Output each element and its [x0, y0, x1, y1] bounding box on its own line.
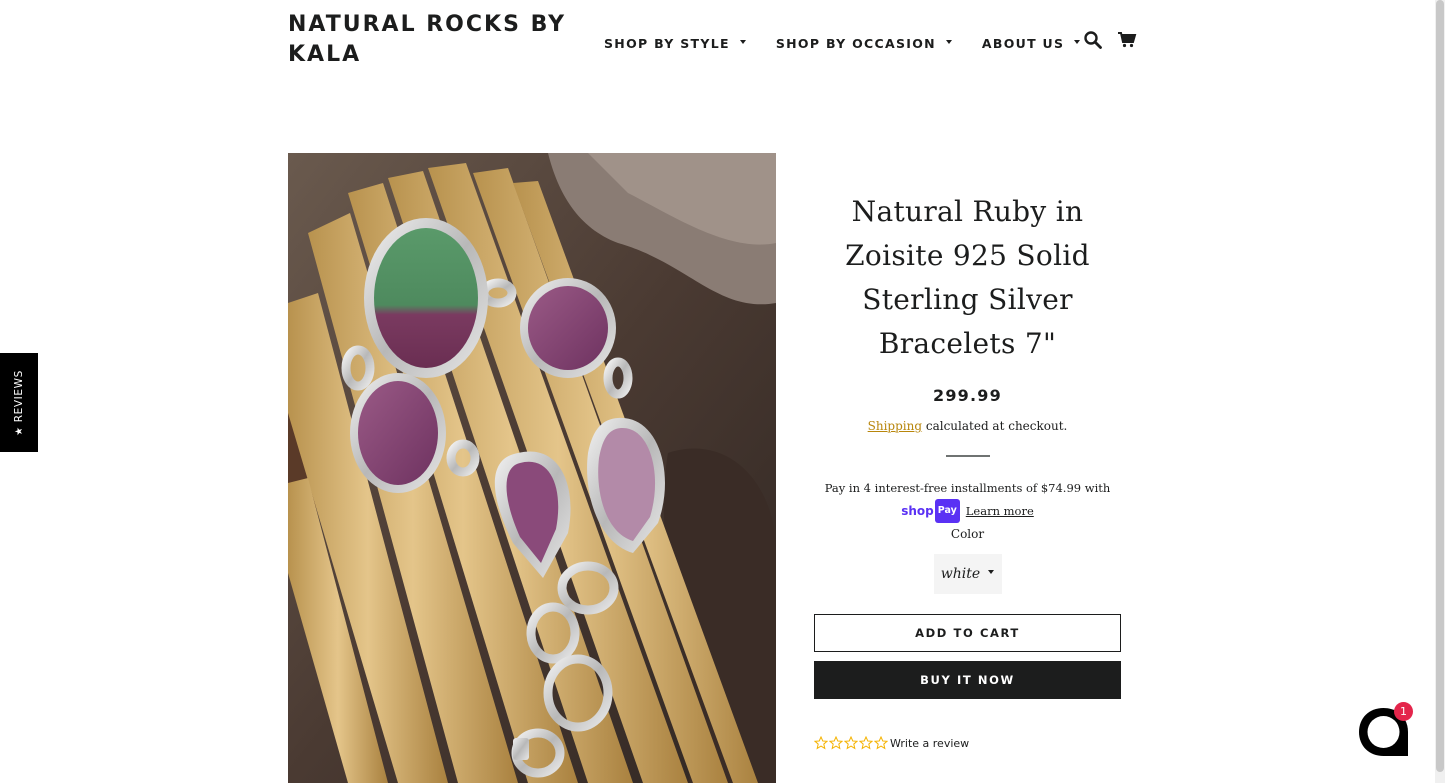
add-to-cart-button[interactable]: ADD TO CART: [814, 614, 1121, 652]
search-icon[interactable]: [1083, 30, 1105, 52]
chat-unread-badge: 1: [1394, 702, 1413, 721]
chevron-down-icon: [945, 40, 952, 44]
cart-icon[interactable]: [1117, 30, 1139, 52]
reviews-side-tab[interactable]: ★ REVIEWS: [0, 353, 38, 452]
color-label: Color: [950, 527, 985, 541]
nav-label: SHOP BY STYLE: [604, 35, 730, 51]
reviews-tab-content: ★ REVIEWS: [13, 370, 25, 436]
product-photo[interactable]: [288, 153, 776, 783]
shoppay-pay: Pay: [934, 499, 960, 523]
page-scrollbar[interactable]: [1435, 0, 1445, 783]
chevron-down-icon: [1074, 40, 1081, 44]
main-nav: SHOP BY STYLE SHOP BY OCCASION ABOUT US: [604, 34, 1110, 52]
color-select-value: white: [940, 566, 981, 582]
star-outline-icon: [844, 736, 858, 750]
scrollbar-thumb[interactable]: [1436, 0, 1444, 772]
chevron-down-icon: [739, 40, 746, 44]
installments-text: Pay in 4 interest-free installments of $…: [824, 481, 1111, 495]
write-review-link[interactable]: Write a review: [890, 737, 969, 750]
nav-about-us[interactable]: ABOUT US: [981, 35, 1081, 51]
buy-it-now-button[interactable]: BUY IT NOW: [814, 661, 1121, 699]
reviews-tab-label: REVIEWS: [13, 369, 26, 422]
star-outline-icon: [829, 736, 843, 750]
star-outline-icon: [859, 736, 873, 750]
shoppay-row: shop Pay Learn more: [814, 499, 1121, 523]
learn-more-link[interactable]: Learn more: [966, 500, 1034, 522]
product-price: 299.99: [933, 386, 1002, 405]
nav-shop-by-occasion[interactable]: SHOP BY OCCASION: [776, 36, 952, 51]
chevron-down-icon: [988, 570, 995, 574]
product-info: Natural Ruby in Zoisite 925 Solid Sterli…: [814, 190, 1121, 699]
nav-shop-by-style[interactable]: SHOP BY STYLE: [604, 36, 746, 51]
shipping-note-text: calculated at checkout.: [922, 419, 1068, 433]
rating-stars[interactable]: [814, 736, 889, 750]
star-outline-icon: [874, 736, 888, 750]
shoppay-logo: shop Pay: [901, 499, 960, 523]
installments-block: Pay in 4 interest-free installments of $…: [814, 477, 1121, 545]
review-widget: Write a review: [814, 734, 969, 752]
store-logo[interactable]: NATURAL ROCKS BY KALA: [288, 10, 578, 70]
divider: [945, 455, 990, 457]
shoppay-brand: shop: [901, 504, 934, 518]
star-icon: ★: [13, 425, 25, 436]
site-header: NATURAL ROCKS BY KALA SHOP BY STYLE SHOP…: [0, 0, 1435, 90]
product-title: Natural Ruby in Zoisite 925 Solid Sterli…: [845, 195, 1090, 360]
shipping-link[interactable]: Shipping: [868, 419, 922, 433]
color-select[interactable]: white: [933, 554, 1002, 594]
nav-label: SHOP BY OCCASION: [775, 35, 936, 51]
nav-label: ABOUT US: [981, 35, 1065, 51]
shipping-note: Shipping calculated at checkout.: [814, 419, 1121, 433]
star-outline-icon: [814, 736, 828, 750]
